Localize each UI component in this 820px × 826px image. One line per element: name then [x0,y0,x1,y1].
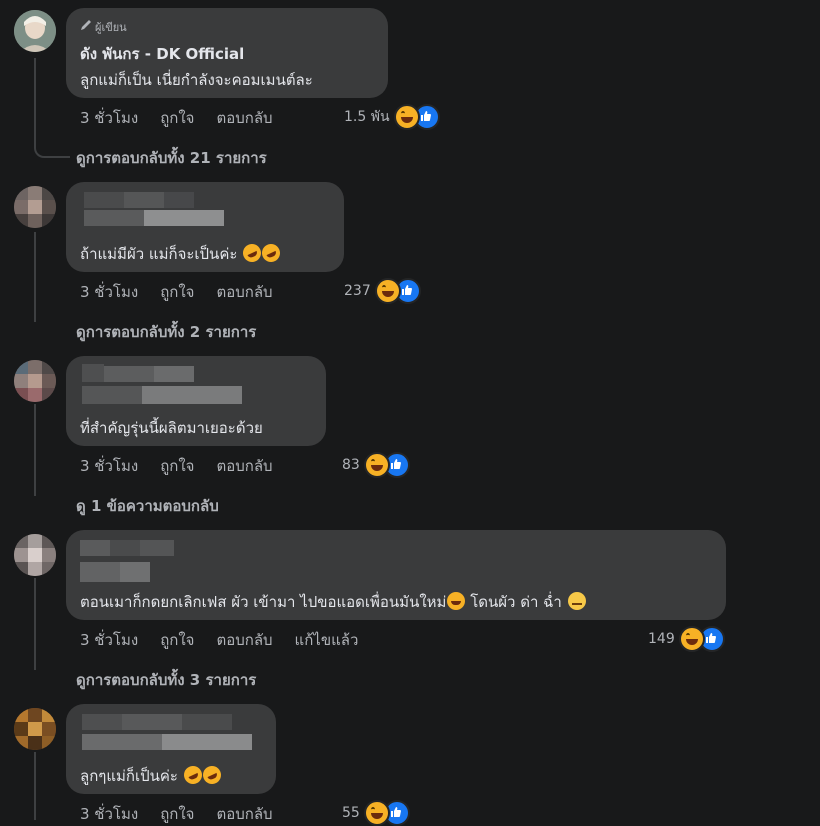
blurred-author-name [74,536,184,586]
like-button[interactable]: ถูกใจ [160,628,194,652]
comment-text: ถ้าแม่มีผัว แม่ก็จะเป็นค่ะ [80,241,284,266]
edited-label[interactable]: แก้ไขแล้ว [295,628,359,652]
comment-text: ที่สำคัญรุ่นนี้ผลิตมาเยอะด้วย [80,419,263,437]
rofl-emoji [259,241,284,265]
reply-button[interactable]: ตอบกลับ [216,628,272,652]
blurred-author-name [74,710,264,754]
like-button[interactable]: ถูกใจ [160,802,194,826]
comment-actions: 3 ชั่วโมง ถูกใจ ตอบกลับ [80,802,295,826]
avatar[interactable] [14,360,56,402]
timestamp[interactable]: 3 ชั่วโมง [80,106,138,130]
like-button[interactable]: ถูกใจ [160,280,194,304]
reaction-summary[interactable]: 237 [344,278,421,304]
thread-connector [34,232,36,322]
reply-button[interactable]: ตอบกลับ [216,280,272,304]
comment-actions: 3 ชั่วโมง ถูกใจ ตอบกลับ [80,280,295,304]
haha-reaction-icon [374,278,401,304]
thread-connector [34,404,36,496]
reply-button[interactable]: ตอบกลับ [216,454,272,478]
rofl-emoji [447,592,466,610]
haha-reaction-icon [363,800,390,826]
reply-button[interactable]: ตอบกลับ [216,802,272,826]
rofl-emoji [180,763,205,787]
view-replies-link[interactable]: ดู 1 ข้อความตอบกลับ [76,494,219,518]
blurred-author-name [74,362,244,406]
comment-text: ตอนเมาก็กดยกเลิกเฟส ผัว เข้ามา ไปขอแอดเพ… [80,590,586,614]
like-button[interactable]: ถูกใจ [160,454,194,478]
haha-reaction-icon [393,104,420,130]
comment-text-part: โดนผัว ด่า ฉ่ำ [470,593,562,611]
timestamp[interactable]: 3 ชั่วโมง [80,280,138,304]
relieved-emoji [567,592,586,610]
author-badge-label: ผู้เขียน [95,21,127,34]
comment-author[interactable]: ดัง พันกร - DK Official [80,42,244,66]
avatar[interactable] [14,186,56,228]
reaction-summary[interactable]: 1.5 พัน [344,104,440,130]
author-badge: ผู้เขียน [80,18,127,36]
reaction-summary[interactable]: 149 [648,626,725,652]
reaction-count: 149 [648,631,675,647]
comment-text-content: ลูกๆแม่ก็เป็นค่ะ [80,767,178,785]
reaction-count: 83 [342,457,360,473]
view-replies-link[interactable]: ดูการตอบกลับทั้ง 2 รายการ [76,320,256,344]
comment-actions: 3 ชั่วโมง ถูกใจ ตอบกลับ [80,454,295,478]
thread-connector [34,58,70,158]
timestamp[interactable]: 3 ชั่วโมง [80,802,138,826]
timestamp[interactable]: 3 ชั่วโมง [80,628,138,652]
view-replies-link[interactable]: ดูการตอบกลับทั้ง 3 รายการ [76,668,256,692]
reaction-count: 55 [342,805,360,821]
timestamp[interactable]: 3 ชั่วโมง [80,454,138,478]
comment-actions: 3 ชั่วโมง ถูกใจ ตอบกลับ แก้ไขแล้ว [80,628,380,652]
pencil-icon [80,19,92,34]
reaction-summary[interactable]: 55 [342,800,410,826]
reaction-count: 237 [344,283,371,299]
like-button[interactable]: ถูกใจ [160,106,194,130]
blurred-author-name [74,190,234,230]
avatar[interactable] [14,10,56,52]
reaction-summary[interactable]: 83 [342,452,410,478]
comment-text: ลูกแม่ก็เป็น เนี่ยกำลังจะคอมเมนต์ละ [80,71,313,89]
comment-text-part: ตอนเมาก็กดยกเลิกเฟส ผัว เข้ามา ไปขอแอดเพ… [80,593,447,611]
thread-connector [34,578,36,670]
avatar[interactable] [14,708,56,750]
reply-button[interactable]: ตอบกลับ [216,106,272,130]
rofl-emoji [240,241,265,265]
haha-reaction-icon [678,626,705,652]
comment-text-content: ถ้าแม่มีผัว แม่ก็จะเป็นค่ะ [80,245,238,263]
avatar[interactable] [14,534,56,576]
haha-reaction-icon [363,452,390,478]
rofl-emoji [199,763,224,787]
comment-actions: 3 ชั่วโมง ถูกใจ ตอบกลับ [80,106,295,130]
view-replies-link[interactable]: ดูการตอบกลับทั้ง 21 รายการ [76,146,267,170]
comment-text: ลูกๆแม่ก็เป็นค่ะ [80,763,224,788]
reaction-count: 1.5 พัน [344,109,390,125]
thread-connector [34,752,36,820]
